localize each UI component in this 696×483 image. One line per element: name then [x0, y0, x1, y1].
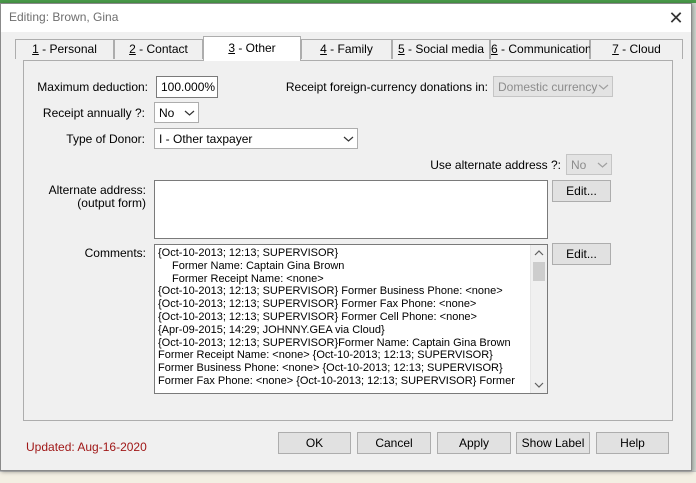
alternate-address-textbox[interactable] [154, 180, 548, 239]
comment-line: Former Receipt Name: <none> [172, 272, 324, 285]
tab-label: - Cloud [618, 42, 661, 56]
show-label-button[interactable]: Show Label [516, 432, 590, 454]
cancel-button[interactable]: Cancel [357, 432, 431, 454]
alternate-address-sublabel: (output form) [77, 196, 146, 210]
background-row [0, 471, 696, 483]
tab-number: 5 [397, 42, 405, 56]
ok-button[interactable]: OK [278, 432, 351, 454]
comment-line: Former Fax Phone: <none> {Oct-10-2013; 1… [158, 374, 515, 387]
max-deduction-label: Maximum deduction: [37, 80, 148, 94]
donor-type-label: Type of Donor: [66, 132, 145, 146]
scroll-up-icon[interactable] [531, 245, 547, 262]
help-button[interactable]: Help [596, 432, 669, 454]
comment-line: Former Business Phone: <none> {Oct-10-20… [158, 362, 503, 375]
comment-line: Former Receipt Name: <none> {Oct-10-2013… [158, 349, 493, 362]
receipt-annually-value: No [159, 106, 175, 120]
use-alternate-address-label: Use alternate address ?: [430, 158, 561, 172]
tab-social-media[interactable]: 5 - Social media [392, 39, 490, 59]
chevron-down-icon [598, 84, 609, 90]
updated-date: Updated: Aug-16-2020 [26, 440, 147, 454]
tab-label: - Social media [404, 42, 485, 56]
comments-scrollbar[interactable] [530, 245, 547, 393]
use-alternate-address-value: No [571, 158, 587, 172]
tab-number: 2 [129, 42, 136, 56]
tab-label: - Contact [135, 42, 188, 56]
comment-line: {Oct-10-2013; 12:13; SUPERVISOR}Former N… [158, 336, 511, 349]
tab-number: 6 [491, 42, 498, 56]
tab-number: 3 [228, 41, 235, 55]
alternate-address-edit-button[interactable]: Edit... [552, 180, 611, 202]
tab-personal[interactable]: 1 - Personal [15, 39, 114, 59]
tab-number: 4 [320, 42, 327, 56]
chevron-down-icon [597, 162, 608, 168]
scrollbar-thumb[interactable] [533, 262, 545, 281]
use-alternate-address-select[interactable]: No [566, 154, 612, 175]
tab-cloud[interactable]: 7 - Cloud [590, 39, 683, 59]
foreign-currency-label: Receipt foreign-currency donations in: [285, 80, 488, 94]
comment-line: {Oct-10-2013; 12:13; SUPERVISOR} [158, 247, 339, 259]
comment-line: {Apr-09-2015; 14:29; JOHNNY.GEA via Clou… [158, 323, 385, 336]
donor-type-value: I - Other taxpayer [159, 132, 253, 146]
comment-line: {Oct-10-2013; 12:13; SUPERVISOR} Former … [158, 285, 503, 298]
comment-line: {Oct-10-2013; 12:13; SUPERVISOR} Former … [158, 310, 477, 323]
max-deduction-input[interactable]: 100.000% [156, 76, 218, 98]
tab-number: 1 [32, 42, 39, 56]
chevron-down-icon [184, 110, 195, 116]
alternate-address-label: Alternate address: [48, 183, 146, 197]
window-title: Editing: Brown, Gina [9, 10, 119, 24]
edit-dialog: Editing: Brown, Gina ✕ 1 - Personal 2 - … [0, 3, 692, 471]
tab-label: - Personal [38, 42, 97, 56]
tab-communication[interactable]: 6 - Communication [490, 39, 592, 59]
comments-edit-button[interactable]: Edit... [552, 243, 611, 265]
comments-textarea[interactable]: {Oct-10-2013; 12:13; SUPERVISOR} Former … [154, 244, 548, 394]
tab-label: - Other [235, 41, 276, 55]
tab-family[interactable]: 4 - Family [301, 39, 392, 59]
tab-number: 7 [612, 42, 619, 56]
receipt-annually-label: Receipt annually ?: [42, 106, 145, 120]
tab-label: - Family [326, 42, 373, 56]
title-bar: Editing: Brown, Gina ✕ [1, 4, 691, 32]
scroll-down-icon[interactable] [531, 376, 547, 393]
comments-label: Comments: [84, 246, 146, 260]
chevron-down-icon [343, 136, 354, 142]
apply-button[interactable]: Apply [437, 432, 511, 454]
close-icon[interactable]: ✕ [661, 4, 691, 32]
donor-type-select[interactable]: I - Other taxpayer [154, 128, 358, 149]
comment-line: {Oct-10-2013; 12:13; SUPERVISOR} Former … [158, 298, 477, 311]
foreign-currency-value: Domestic currency [498, 80, 598, 94]
tab-contact[interactable]: 2 - Contact [114, 39, 203, 59]
receipt-annually-select[interactable]: No [154, 102, 199, 123]
comment-line: Former Name: Captain Gina Brown [172, 259, 345, 272]
tab-label: - Communication [497, 42, 592, 56]
foreign-currency-select[interactable]: Domestic currency [493, 76, 613, 97]
tab-other[interactable]: 3 - Other [203, 36, 301, 61]
